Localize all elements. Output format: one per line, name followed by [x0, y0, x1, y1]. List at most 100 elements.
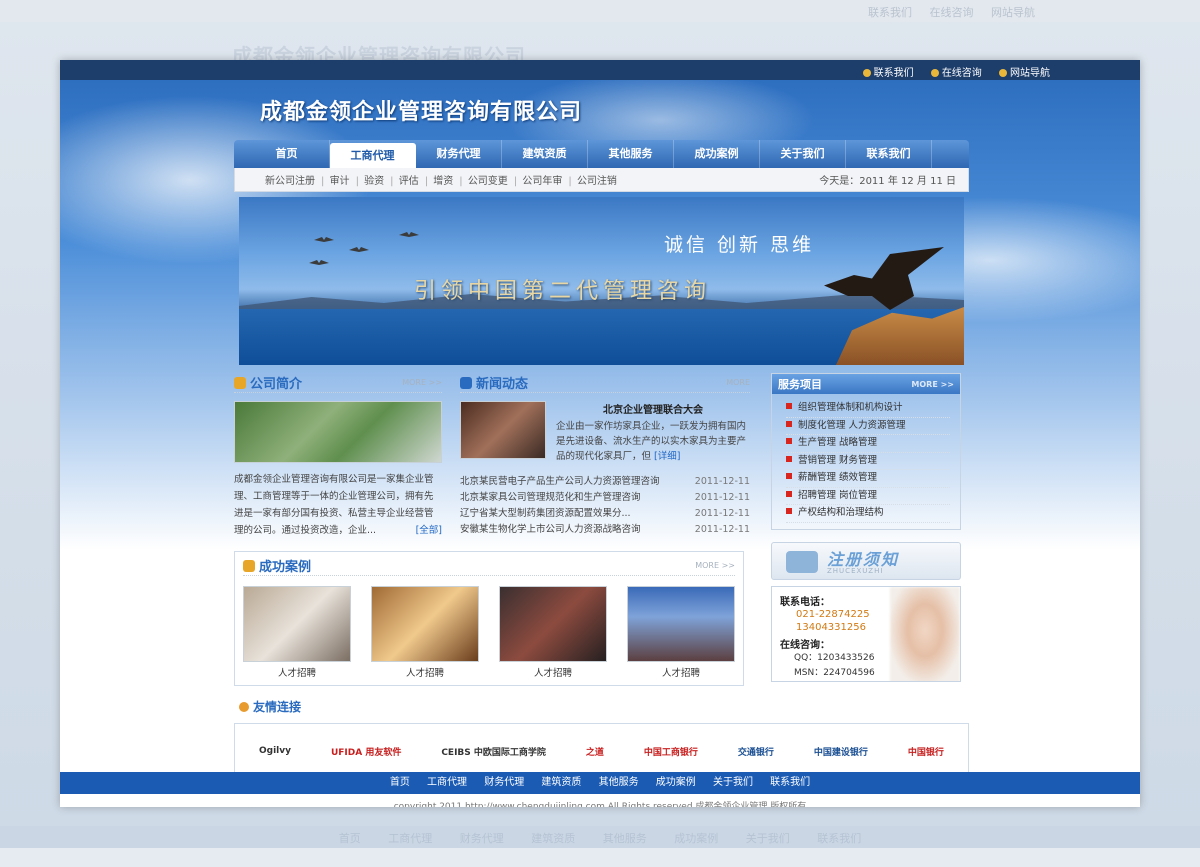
nav-about[interactable]: 关于我们	[760, 140, 846, 168]
date-label: 今天是：2011 年 12 月 11 日	[819, 176, 956, 187]
service-title: 服务项目	[778, 378, 822, 391]
cases-more-link[interactable]: MORE >>	[695, 561, 735, 570]
news-feature-body: 北京企业管理联合大会 企业由一家作坊家具企业，一跃发为拥有国内是先进设备、流水生…	[556, 401, 750, 464]
nav-home[interactable]: 首页	[244, 140, 330, 168]
consult-link[interactable]: 在线咨询	[930, 68, 982, 79]
register-subtitle: ZHUCEXUZHI	[827, 566, 884, 575]
service-item[interactable]: 制度化管理 人力资源管理	[786, 418, 950, 435]
nav-cases[interactable]: 成功案例	[674, 140, 760, 168]
people-icon	[862, 69, 871, 77]
ghost-company-name: 成都金领企业管理咨询有限公司	[232, 44, 526, 60]
partner-logo[interactable]: 中国银行	[908, 745, 944, 758]
company-intro: 公司简介 MORE >> 成都金领企业管理咨询有限公司是一家集企业管理、工商管理…	[234, 373, 442, 539]
subnav-item[interactable]: 评估	[399, 176, 419, 187]
nav-construction[interactable]: 建筑资质	[502, 140, 588, 168]
hero-banner: 诚信 创新 思维 引领中国第二代管理咨询	[239, 197, 964, 365]
case-photo	[371, 586, 479, 662]
nav-contact[interactable]: 联系我们	[846, 140, 932, 168]
bird-icon	[309, 260, 329, 265]
footer-link[interactable]: 关于我们	[713, 777, 753, 788]
news-feature: 北京企业管理联合大会 企业由一家作坊家具企业，一跃发为拥有国内是先进设备、流水生…	[460, 401, 750, 464]
service-item[interactable]: 产权结构和治理结构	[786, 505, 950, 523]
footer-link[interactable]: 成功案例	[656, 777, 696, 788]
top-bar: 联系我们 在线咨询 网站导航	[60, 60, 1140, 80]
service-item[interactable]: 生产管理 战略管理	[786, 435, 950, 453]
case-item[interactable]: 人才招聘	[499, 586, 607, 679]
service-item[interactable]: 组织管理体制和机构设计	[786, 400, 950, 418]
subnav-item[interactable]: 增资	[433, 176, 453, 187]
service-item[interactable]: 营销管理 财务管理	[786, 453, 950, 470]
ghost-link: 其他服务	[602, 832, 647, 845]
footer-link[interactable]: 联系我们	[770, 777, 810, 788]
partner-logo[interactable]: 中国建设银行	[814, 745, 868, 758]
cases-title: 成功案例	[243, 556, 311, 575]
news-item[interactable]: 安徽某生物化学上市公司人力资源战略咨询 2011-12-11	[460, 522, 750, 538]
news-title: 新闻动态	[460, 373, 528, 392]
bullet-icon	[786, 455, 792, 462]
partner-logo[interactable]: CEIBS 中欧国际工商学院	[441, 745, 546, 758]
partner-logo[interactable]: 中国工商银行	[644, 745, 698, 758]
subnav-item[interactable]: 公司年审	[522, 176, 562, 187]
case-item[interactable]: 人才招聘	[243, 586, 351, 679]
book-icon	[786, 550, 818, 573]
footer-link[interactable]: 建筑资质	[541, 777, 581, 788]
bullet-icon	[786, 473, 792, 479]
news-header: 新闻动态 MORE	[460, 373, 750, 393]
case-item[interactable]: 人才招聘	[371, 586, 479, 679]
news-item[interactable]: 北京某家具公司管理规范化和生产管理咨询 2011-12-11	[460, 490, 750, 506]
register-notice-button[interactable]: 注册须知 ZHUCEXUZHI	[771, 541, 961, 580]
banner-headline: 引领中国第二代管理咨询	[414, 279, 712, 304]
subnav-item[interactable]: 公司注销	[577, 176, 617, 187]
right-column: 服务项目 MORE >> 组织管理体制和机构设计 制度化管理 人力资源管理 生产…	[771, 373, 961, 686]
subnav-item[interactable]: 验资	[364, 176, 384, 187]
service-item[interactable]: 招聘管理 岗位管理	[786, 488, 950, 505]
partner-logo[interactable]: Ogilvy	[259, 746, 291, 756]
ghost-topbar: 联系我们 在线咨询 网站导航	[0, 0, 1200, 22]
hands-icon	[239, 702, 249, 712]
company-logo[interactable]: 成都金领企业管理咨询有限公司	[260, 94, 582, 126]
footer-link[interactable]: 其他服务	[599, 777, 639, 788]
sub-nav: 新公司注册 | 审计 | 验资 | 评估 | 增资 | 公司变更 | 公司年审 | 公司注销 …	[234, 168, 969, 192]
news-detail-link[interactable]: [详细]	[654, 451, 680, 462]
ghost-footer-nav: 首页 工商代理 财务代理 建筑资质 其他服务 成功案例 关于我们 联系我们	[0, 826, 1200, 848]
nav-finance-agency[interactable]: 财务代理	[416, 140, 502, 168]
partner-logo[interactable]: 交通银行	[738, 745, 774, 758]
case-photo	[499, 586, 607, 662]
case-caption: 人才招聘	[533, 668, 572, 679]
copyright: copyright 2011 http://www.chengdujinling…	[393, 802, 807, 807]
ghost-link: 建筑资质	[531, 832, 576, 845]
footer-link[interactable]: 工商代理	[427, 777, 467, 788]
bird-icon	[399, 232, 419, 237]
contact-link[interactable]: 联系我们	[862, 68, 914, 79]
intro-all-link[interactable]: [全部]	[416, 522, 442, 539]
friend-links: 友情连接 Ogilvy UFIDA 用友软件 CEIBS 中欧国际工商学院 之道…	[234, 698, 969, 779]
footer-link[interactable]: 首页	[390, 777, 410, 788]
flower-icon	[234, 377, 246, 389]
phone-icon	[930, 69, 939, 77]
partner-logo[interactable]: 之道	[586, 745, 604, 758]
intro-more-link[interactable]: MORE >>	[402, 378, 442, 387]
news-feature-title[interactable]: 北京企业管理联合大会	[556, 401, 750, 416]
partner-logo[interactable]: UFIDA 用友软件	[331, 745, 401, 758]
bullet-icon	[786, 490, 792, 497]
nav-business-agency[interactable]: 工商代理	[330, 143, 416, 168]
ghost-top-links: 联系我们 在线咨询 网站导航	[854, 4, 1035, 20]
nav-other-services[interactable]: 其他服务	[588, 140, 674, 168]
news-more-link[interactable]: MORE	[726, 378, 750, 387]
intro-header: 公司简介 MORE >>	[234, 373, 442, 393]
subnav-item[interactable]: 新公司注册	[265, 176, 315, 187]
case-item[interactable]: 人才招聘	[627, 586, 735, 679]
sitemap-link[interactable]: 网站导航	[999, 68, 1050, 79]
ghost-link: 联系我们	[868, 6, 912, 19]
case-caption: 人才招聘	[661, 668, 700, 679]
case-photo	[627, 586, 735, 662]
news-item[interactable]: 辽宁省某大型制药集团资源配置效果分... 2011-12-11	[460, 506, 750, 522]
main-row: 公司简介 MORE >> 成都金领企业管理咨询有限公司是一家集企业管理、工商管理…	[234, 373, 969, 686]
bird-icon	[349, 247, 369, 252]
news-item[interactable]: 北京某民营电子产品生产公司人力资源管理咨询 2011-12-11	[460, 474, 750, 490]
service-item[interactable]: 薪酬管理 绩效管理	[786, 470, 950, 488]
subnav-item[interactable]: 公司变更	[468, 176, 508, 187]
service-more-link[interactable]: MORE >>	[911, 380, 954, 389]
footer-link[interactable]: 财务代理	[484, 777, 524, 788]
subnav-item[interactable]: 审计	[330, 176, 350, 187]
